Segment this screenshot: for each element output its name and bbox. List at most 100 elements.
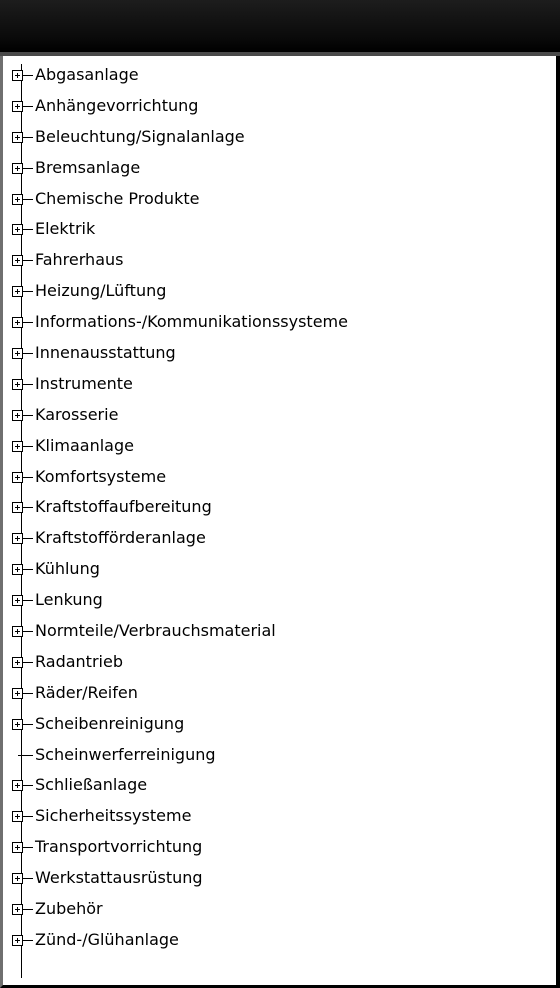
- tree-item[interactable]: Anhängevorrichtung: [12, 91, 348, 122]
- expand-plus-icon[interactable]: [12, 873, 23, 885]
- tree-item[interactable]: Zubehör: [12, 894, 348, 925]
- tree-connector-icon: [12, 750, 23, 761]
- tree-branch-line: [23, 136, 33, 138]
- tree-item[interactable]: Radantrieb: [12, 647, 348, 678]
- tree-item[interactable]: Schließanlage: [12, 770, 348, 801]
- tree-item[interactable]: Innenausstattung: [12, 338, 348, 369]
- tree-branch-line: [23, 847, 33, 849]
- tree-branch-line: [23, 291, 33, 293]
- expand-plus-icon[interactable]: [12, 811, 23, 823]
- tree-item[interactable]: Fahrerhaus: [12, 245, 348, 276]
- category-tree[interactable]: Abgasanlage Anhängevorrichtung Beleuchtung…: [0, 56, 560, 988]
- tree-item-label: Zünd-/Glühanlage: [35, 929, 179, 949]
- tree-item-label: Instrumente: [35, 373, 133, 393]
- tree-item[interactable]: Chemische Produkte: [12, 184, 348, 215]
- tree-branch-line: [23, 229, 33, 231]
- tree-item-label: Innenausstattung: [35, 343, 176, 363]
- tree-branch-line: [23, 939, 33, 941]
- tree-item-label: Transportvorrichtung: [35, 837, 203, 857]
- expand-plus-icon[interactable]: [12, 317, 23, 329]
- tree-item-label: Scheinwerferreinigung: [35, 744, 216, 764]
- expand-plus-icon[interactable]: [12, 193, 23, 205]
- tree-item-label: Komfortsysteme: [35, 466, 167, 486]
- tree-branch-line: [23, 198, 33, 200]
- expand-plus-icon[interactable]: [12, 564, 23, 576]
- tree-item[interactable]: Transportvorrichtung: [12, 832, 348, 863]
- expand-plus-icon[interactable]: [12, 224, 23, 236]
- tree-list: Abgasanlage Anhängevorrichtung Beleuchtung…: [12, 60, 348, 956]
- tree-item[interactable]: Heizung/Lüftung: [12, 276, 348, 307]
- expand-plus-icon[interactable]: [12, 687, 23, 699]
- expand-plus-icon[interactable]: [12, 69, 23, 81]
- tree-item[interactable]: Instrumente: [12, 369, 348, 400]
- tree-branch-line: [23, 816, 33, 818]
- tree-item-label: Lenkung: [35, 590, 103, 610]
- tree-item-label: Normteile/Verbrauchsmaterial: [35, 621, 276, 641]
- tree-branch-line: [23, 74, 33, 76]
- tree-branch-line: [23, 105, 33, 107]
- tree-item[interactable]: Werkstattausrüstung: [12, 863, 348, 894]
- tree-item-label: Scheibenreinigung: [35, 713, 185, 733]
- expand-plus-icon[interactable]: [12, 595, 23, 607]
- tree-item[interactable]: Karosserie: [12, 400, 348, 431]
- tree-item-label: Zubehör: [35, 899, 103, 919]
- tree-item-label: Chemische Produkte: [35, 188, 200, 208]
- tree-item[interactable]: Beleuchtung/Signalanlage: [12, 122, 348, 153]
- tree-branch-line: [23, 569, 33, 571]
- expand-plus-icon[interactable]: [12, 409, 23, 421]
- tree-branch-line: [23, 476, 33, 478]
- expand-plus-icon[interactable]: [12, 347, 23, 359]
- tree-item[interactable]: Kraftstoffaufbereitung: [12, 492, 348, 523]
- tree-item[interactable]: Sicherheitssysteme: [12, 801, 348, 832]
- tree-branch-line: [23, 723, 33, 725]
- tree-item[interactable]: Normteile/Verbrauchsmaterial: [12, 616, 348, 647]
- expand-plus-icon[interactable]: [12, 100, 23, 112]
- expand-plus-icon[interactable]: [12, 625, 23, 637]
- tree-item[interactable]: Zünd-/Glühanlage: [12, 925, 348, 956]
- expand-plus-icon[interactable]: [12, 162, 23, 174]
- expand-plus-icon[interactable]: [12, 440, 23, 452]
- expand-plus-icon[interactable]: [12, 718, 23, 730]
- tree-item[interactable]: Informations-/Kommunikationssysteme: [12, 307, 348, 338]
- tree-item[interactable]: Bremsanlage: [12, 153, 348, 184]
- tree-branch-line: [23, 322, 33, 324]
- tree-item[interactable]: Räder/Reifen: [12, 678, 348, 709]
- expand-plus-icon[interactable]: [12, 502, 23, 514]
- tree-branch-line: [23, 785, 33, 787]
- tree-branch-line: [23, 260, 33, 262]
- tree-branch-line: [23, 878, 33, 880]
- tree-item[interactable]: Klimaanlage: [12, 431, 348, 462]
- tree-item-label: Beleuchtung/Signalanlage: [35, 126, 245, 146]
- expand-plus-icon[interactable]: [12, 903, 23, 915]
- expand-plus-icon[interactable]: [12, 378, 23, 390]
- tree-item-label: Sicherheitssysteme: [35, 806, 192, 826]
- tree-item-label: Schließanlage: [35, 775, 148, 795]
- expand-plus-icon[interactable]: [12, 842, 23, 854]
- tree-item-label: Radantrieb: [35, 651, 123, 671]
- expand-plus-icon[interactable]: [12, 656, 23, 668]
- expand-plus-icon[interactable]: [12, 533, 23, 545]
- tree-item[interactable]: Kraftstofförderanlage: [12, 523, 348, 554]
- tree-item-label: Abgasanlage: [35, 65, 139, 84]
- tree-item[interactable]: Lenkung: [12, 585, 348, 616]
- expand-plus-icon[interactable]: [12, 471, 23, 483]
- tree-item[interactable]: Scheibenreinigung: [12, 709, 348, 740]
- tree-item[interactable]: Elektrik: [12, 214, 348, 245]
- tree-item-label: Klimaanlage: [35, 435, 134, 455]
- expand-plus-icon[interactable]: [12, 255, 23, 267]
- expand-plus-icon[interactable]: [12, 780, 23, 792]
- expand-plus-icon[interactable]: [12, 934, 23, 946]
- tree-item[interactable]: Kühlung: [12, 554, 348, 585]
- tree-branch-line: [23, 630, 33, 632]
- tree-item-label: Heizung/Lüftung: [35, 281, 167, 301]
- tree-branch-line: [23, 414, 33, 416]
- tree-item[interactable]: Scheinwerferreinigung: [12, 740, 348, 771]
- tree-item-label: Elektrik: [35, 219, 96, 239]
- tree-item-label: Kraftstoffaufbereitung: [35, 497, 212, 517]
- tree-item[interactable]: Komfortsysteme: [12, 462, 348, 493]
- tree-branch-line: [23, 352, 33, 354]
- tree-item[interactable]: Abgasanlage: [12, 60, 348, 91]
- expand-plus-icon[interactable]: [12, 286, 23, 298]
- expand-plus-icon[interactable]: [12, 131, 23, 143]
- title-bar: [0, 0, 560, 56]
